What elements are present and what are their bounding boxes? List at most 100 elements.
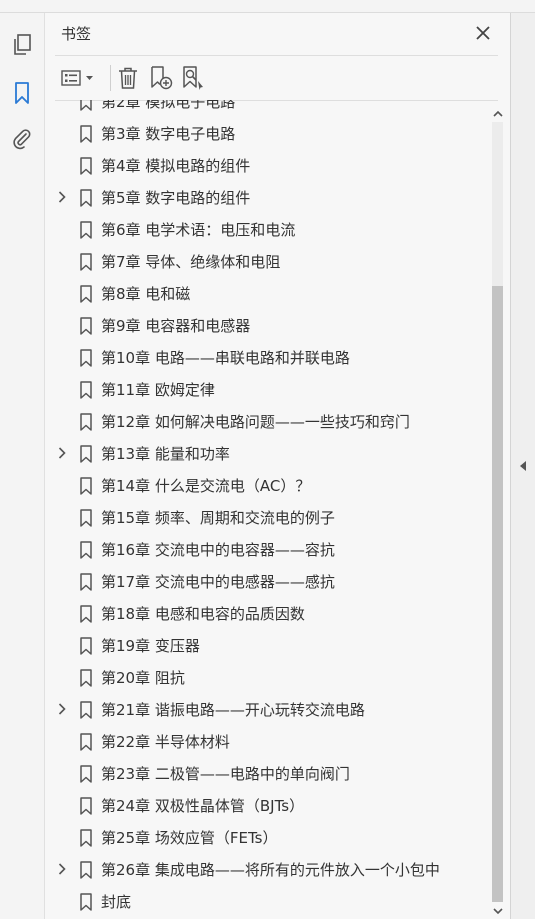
chevron-right-icon[interactable] xyxy=(57,191,67,203)
bookmark-item[interactable]: 第22章 半导体材料 xyxy=(45,725,488,757)
bookmark-icon xyxy=(79,100,93,111)
pages-icon[interactable] xyxy=(10,33,34,57)
bookmark-icon xyxy=(79,861,93,879)
bookmark-item[interactable]: 第15章 频率、周期和交流电的例子 xyxy=(45,501,488,533)
bookmark-label: 第19章 变压器 xyxy=(101,637,200,655)
bookmark-icon xyxy=(79,381,93,399)
bookmark-label: 第18章 电感和电容的品质因数 xyxy=(101,605,305,623)
scrollbar[interactable] xyxy=(489,106,506,919)
bookmark-list: 第2章 模拟电子电路第3章 数字电子电路 第4章 模拟电路的组件 第5章 数字电路的… xyxy=(45,100,488,919)
panel-title: 书签 xyxy=(61,25,92,43)
chevron-right-icon[interactable] xyxy=(57,863,67,875)
bookmark-icon xyxy=(79,765,93,783)
bookmark-label: 第3章 数字电子电路 xyxy=(101,125,236,143)
chevron-right-icon[interactable] xyxy=(57,703,67,715)
bookmark-label: 第11章 欧姆定律 xyxy=(101,381,215,399)
panel-splitter[interactable] xyxy=(510,13,535,919)
bookmark-icon xyxy=(79,189,93,207)
bookmark-item[interactable]: 第6章 电学术语：电压和电流 xyxy=(45,213,488,245)
bookmark-icon xyxy=(79,605,93,623)
bookmark-item[interactable]: 第20章 阻抗 xyxy=(45,661,488,693)
bookmark-label: 第26章 集成电路——将所有的元件放入一个小包中 xyxy=(101,861,440,879)
bookmark-item[interactable]: 第19章 变压器 xyxy=(45,629,488,661)
bookmark-item[interactable]: 第10章 电路——串联电路和并联电路 xyxy=(45,341,488,373)
bookmark-label: 第20章 阻抗 xyxy=(101,669,185,687)
bookmark-item[interactable]: 第25章 场效应管（FETs） xyxy=(45,821,488,853)
bookmark-label: 第15章 频率、周期和交流电的例子 xyxy=(101,509,335,527)
bookmark-item[interactable]: 第8章 电和磁 xyxy=(45,277,488,309)
bookmark-item[interactable]: 第26章 集成电路——将所有的元件放入一个小包中 xyxy=(45,853,488,885)
scroll-down-icon[interactable] xyxy=(491,904,504,918)
attachment-icon[interactable] xyxy=(10,127,34,151)
bookmark-label: 第9章 电容器和电感器 xyxy=(101,317,251,335)
top-toolbar-strip xyxy=(0,0,535,13)
bookmark-item[interactable]: 第17章 交流电中的电感器——感抗 xyxy=(45,565,488,597)
bookmark-item[interactable]: 第5章 数字电路的组件 xyxy=(45,181,488,213)
bookmark-item[interactable]: 第3章 数字电子电路 xyxy=(45,117,488,149)
bookmark-label: 第21章 谐振电路——开心玩转交流电路 xyxy=(101,701,365,719)
bookmark-label: 第17章 交流电中的电感器——感抗 xyxy=(101,573,335,591)
bookmark-icon xyxy=(79,445,93,463)
bookmark-label: 第6章 电学术语：电压和电流 xyxy=(101,221,296,239)
bookmark-item[interactable]: 第14章 什么是交流电（AC）？ xyxy=(45,469,488,501)
bookmark-label: 第25章 场效应管（FETs） xyxy=(101,829,278,847)
bookmark-toolbar xyxy=(55,55,498,101)
bookmark-label: 第7章 导体、绝缘体和电阻 xyxy=(101,253,281,271)
bookmark-label: 第23章 二极管——电路中的单向阀门 xyxy=(101,765,350,783)
bookmark-icon xyxy=(79,157,93,175)
bookmark-label: 第12章 如何解决电路问题——一些技巧和窍门 xyxy=(101,413,410,431)
bookmark-item[interactable]: 第4章 模拟电路的组件 xyxy=(45,149,488,181)
bookmark-item[interactable]: 第11章 欧姆定律 xyxy=(45,373,488,405)
bookmark-icon xyxy=(79,829,93,847)
bookmark-label: 第5章 数字电路的组件 xyxy=(101,189,251,207)
bookmark-item[interactable]: 第18章 电感和电容的品质因数 xyxy=(45,597,488,629)
bookmark-label: 第4章 模拟电路的组件 xyxy=(101,157,251,175)
bookmark-item[interactable]: 第2章 模拟电子电路 xyxy=(45,100,488,117)
bookmark-item[interactable]: 封底 xyxy=(45,885,488,917)
bookmark-icon xyxy=(79,253,93,271)
bookmark-icon xyxy=(79,413,93,431)
bookmark-icon xyxy=(79,893,93,911)
toolbar-separator xyxy=(110,65,111,91)
collapse-panel-icon[interactable] xyxy=(517,459,529,473)
bookmark-label: 第10章 电路——串联电路和并联电路 xyxy=(101,349,350,367)
bookmark-label: 第16章 交流电中的电容器——容抗 xyxy=(101,541,335,559)
bookmark-icon xyxy=(79,349,93,367)
bookmark-icon xyxy=(79,701,93,719)
chevron-right-icon[interactable] xyxy=(57,447,67,459)
bookmark-item[interactable]: 第16章 交流电中的电容器——容抗 xyxy=(45,533,488,565)
bookmarks-panel: 书签 第2章 模拟电子电路 第3章 数字电子电路 第4章 模拟电路的组件 第5章… xyxy=(45,13,510,919)
bookmark-icon xyxy=(79,637,93,655)
bookmark-icon xyxy=(79,573,93,591)
bookmark-item[interactable]: 第24章 双极性晶体管（BJTs） xyxy=(45,789,488,821)
bookmark-icon xyxy=(79,797,93,815)
bookmark-label: 第24章 双极性晶体管（BJTs） xyxy=(101,797,305,815)
bookmark-label: 封底 xyxy=(101,893,132,911)
bookmark-panel-icon[interactable] xyxy=(10,81,34,105)
bookmark-search-icon[interactable] xyxy=(179,65,207,91)
bookmark-item[interactable]: 第9章 电容器和电感器 xyxy=(45,309,488,341)
bookmark-label: 第13章 能量和功率 xyxy=(101,445,230,463)
bookmark-icon xyxy=(79,669,93,687)
bookmark-item[interactable]: 第13章 能量和功率 xyxy=(45,437,488,469)
bookmark-icon xyxy=(79,509,93,527)
close-icon[interactable] xyxy=(473,23,493,43)
bookmark-item[interactable]: 第21章 谐振电路——开心玩转交流电路 xyxy=(45,693,488,725)
scroll-thumb[interactable] xyxy=(492,286,503,902)
bookmark-icon xyxy=(79,125,93,143)
bookmark-icon xyxy=(79,317,93,335)
bookmark-icon xyxy=(79,541,93,559)
bookmark-item[interactable]: 第7章 导体、绝缘体和电阻 xyxy=(45,245,488,277)
bookmark-label: 第22章 半导体材料 xyxy=(101,733,230,751)
new-bookmark-icon[interactable] xyxy=(147,65,175,91)
scroll-up-icon[interactable] xyxy=(491,106,504,120)
bookmark-item[interactable]: 第23章 二极管——电路中的单向阀门 xyxy=(45,757,488,789)
bookmark-label: 第8章 电和磁 xyxy=(101,285,191,303)
list-options-icon[interactable] xyxy=(59,65,97,91)
bookmark-label: 第14章 什么是交流电（AC）？ xyxy=(101,477,311,495)
bookmark-icon xyxy=(79,733,93,751)
trash-icon[interactable] xyxy=(115,65,141,91)
bookmark-icon xyxy=(79,285,93,303)
bookmark-item[interactable]: 第12章 如何解决电路问题——一些技巧和窍门 xyxy=(45,405,488,437)
bookmark-label: 第2章 模拟电子电路 xyxy=(101,100,236,111)
